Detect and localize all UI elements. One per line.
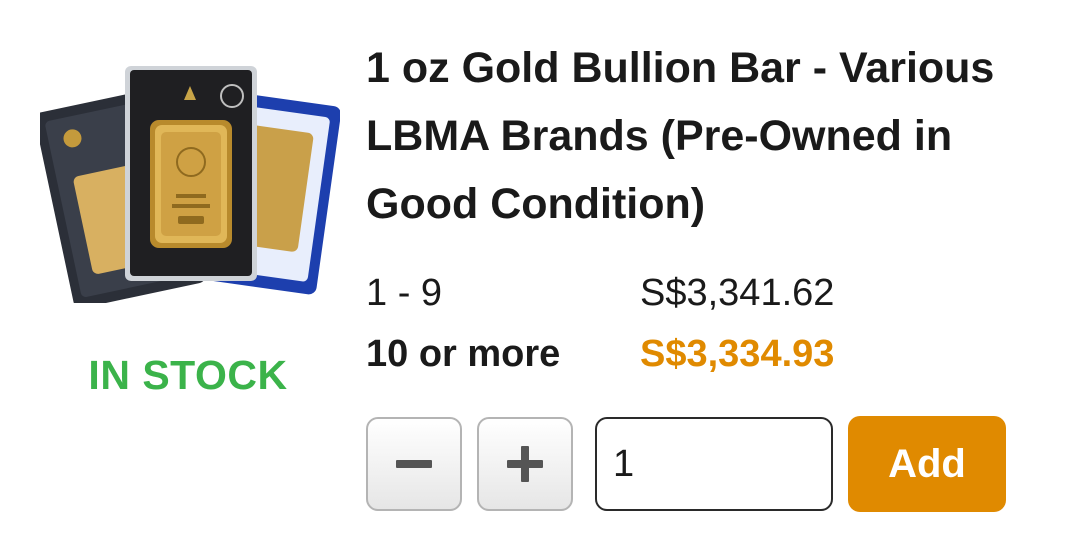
tier-price-2: S$3,334.93 <box>640 333 835 375</box>
tier-qty-2: 10 or more <box>366 333 561 375</box>
stock-status: IN STOCK <box>88 352 288 398</box>
tier-price-1: S$3,341.62 <box>640 272 835 314</box>
minus-icon <box>396 460 432 468</box>
add-to-cart-button[interactable]: Add <box>848 416 1006 512</box>
product-title[interactable]: 1 oz Gold Bullion Bar - Various LBMA Bra… <box>366 34 1056 238</box>
tier-qty-1: 1 - 9 <box>366 272 443 314</box>
gold-bar-cards-image <box>35 66 341 309</box>
quantity-input[interactable] <box>595 417 833 511</box>
product-image[interactable] <box>35 58 341 309</box>
increase-quantity-button[interactable] <box>477 417 573 511</box>
decrease-quantity-button[interactable] <box>366 417 462 511</box>
plus-icon <box>507 446 543 482</box>
